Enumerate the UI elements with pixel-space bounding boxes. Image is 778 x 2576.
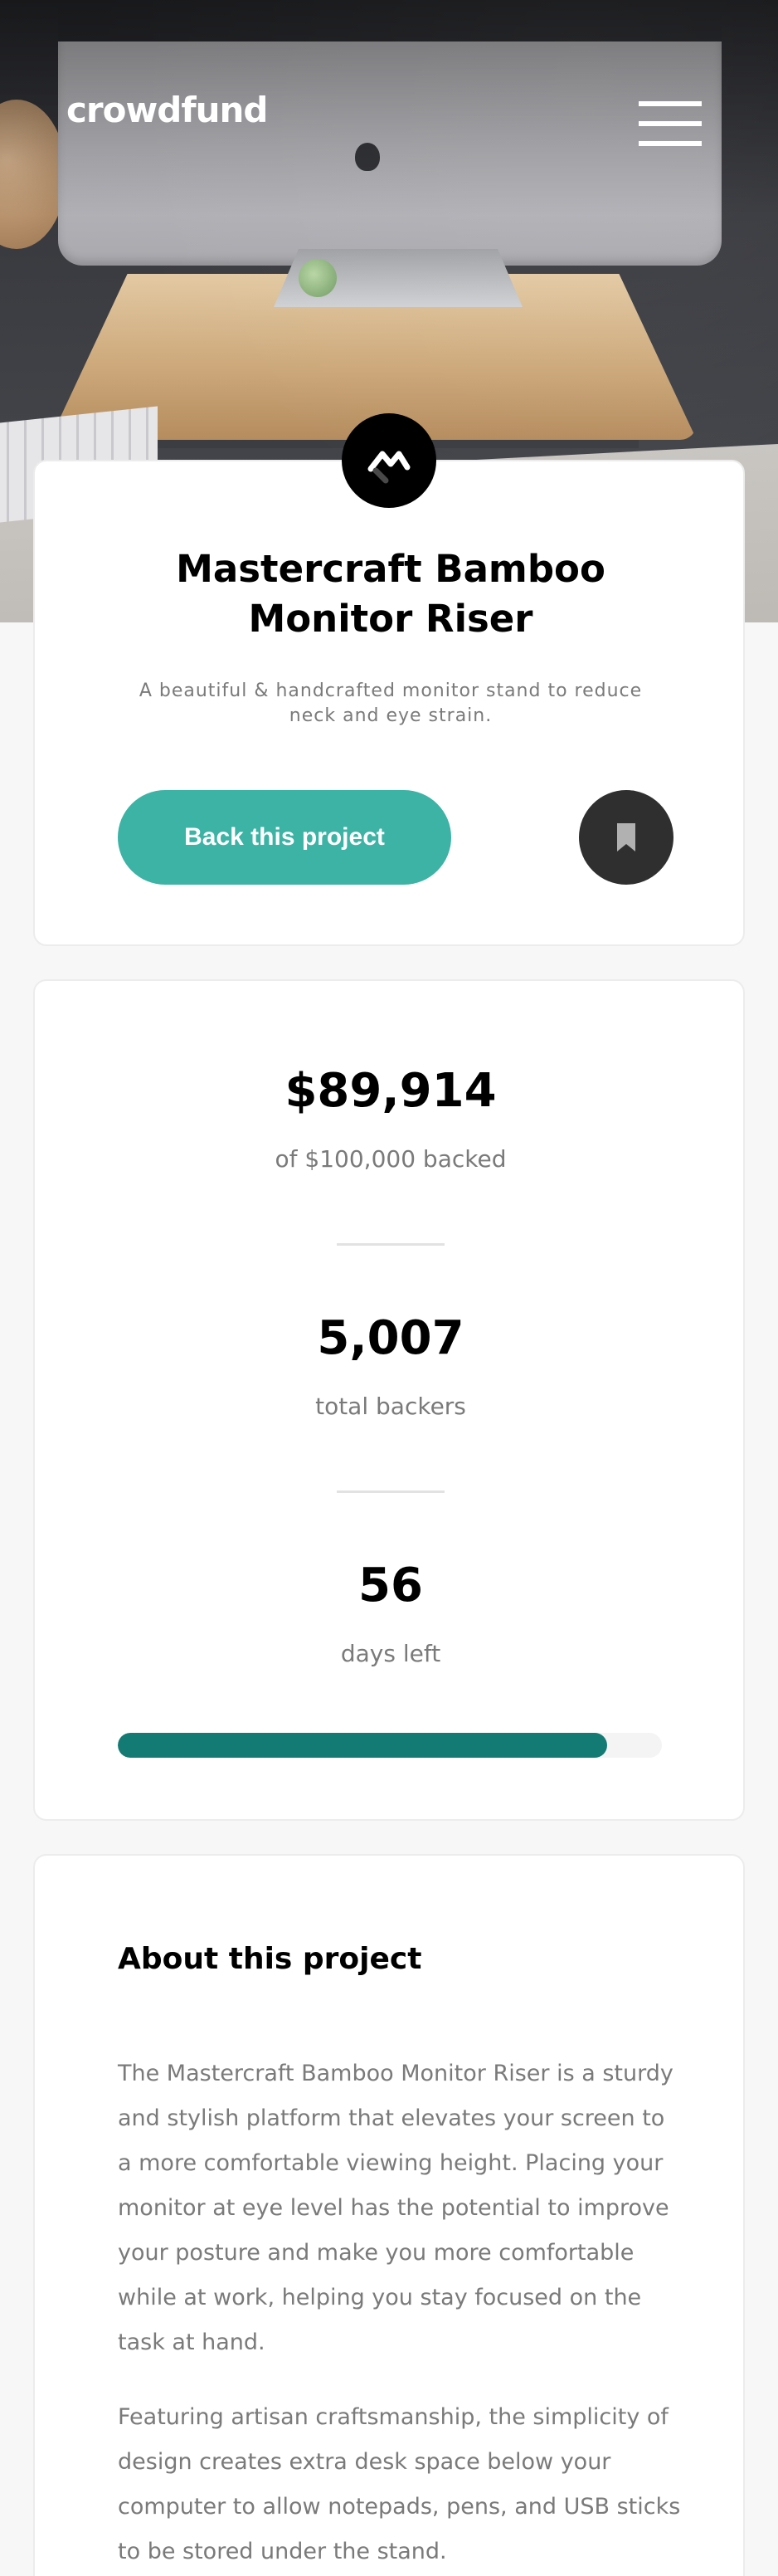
stats-card: $89,914 of $100,000 backed 5,007 total b…: [33, 979, 745, 1821]
project-title-line: Mastercraft Bamboo: [176, 547, 605, 591]
hamburger-line: [639, 141, 702, 146]
hamburger-line: [639, 121, 702, 126]
days-left-value: 56: [358, 1559, 423, 1612]
hamburger-icon[interactable]: [639, 101, 702, 148]
back-project-button[interactable]: Back this project: [118, 790, 451, 885]
about-card: About this project The Mastercraft Bambo…: [33, 1854, 745, 2576]
backers-count: 5,007: [317, 1311, 464, 1365]
backed-label: of $100,000 backed: [275, 1145, 507, 1173]
about-paragraph: The Mastercraft Bamboo Monitor Riser is …: [118, 2061, 673, 2355]
project-title: Mastercraft Bamboo Monitor Riser: [35, 544, 746, 644]
mastercraft-logo-icon-svg: [367, 451, 411, 484]
project-subtitle: A beautiful & handcrafted monitor stand …: [118, 679, 664, 729]
project-subtitle-line: neck and eye strain.: [289, 705, 493, 726]
stats-divider: [337, 1490, 445, 1493]
bookmark-button[interactable]: [579, 790, 673, 885]
backed-amount: $89,914: [284, 1064, 497, 1118]
backers-label: total backers: [315, 1393, 466, 1420]
project-intro-card: Mastercraft Bamboo Monitor Riser A beaut…: [33, 460, 745, 946]
about-paragraph: Featuring artisan craftsmanship, the sim…: [118, 2404, 681, 2564]
funding-progress-bar: [118, 1733, 662, 1758]
mastercraft-logo-icon: [342, 413, 436, 508]
stats-divider: [337, 1243, 445, 1246]
about-heading: About this project: [118, 1942, 422, 1976]
days-left-label: days left: [340, 1640, 441, 1667]
site-logo[interactable]: crowdfund: [66, 90, 268, 130]
hamburger-line: [639, 101, 702, 106]
project-subtitle-line: A beautiful & handcrafted monitor stand …: [139, 681, 643, 701]
bookmark-icon: [617, 823, 635, 851]
project-title-line: Monitor Riser: [248, 597, 533, 641]
funding-progress-fill: [118, 1733, 607, 1758]
